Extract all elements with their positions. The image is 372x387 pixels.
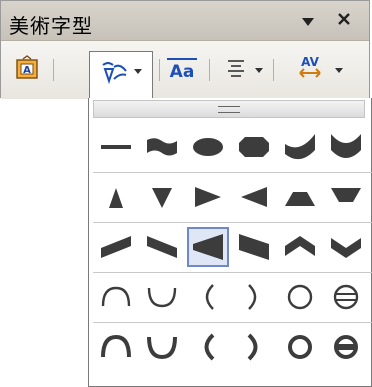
arch-down-pour-shape[interactable] [141,327,183,367]
wordart-gallery-icon: A [14,55,40,85]
circle-pour-shape[interactable] [279,327,321,367]
paren-left-pour-shape[interactable] [187,327,229,367]
gallery-drag-handle[interactable] [93,100,365,118]
gallery-row [93,273,372,323]
slant-down-shape[interactable] [141,227,183,267]
wordart-gallery-button[interactable]: A [9,53,45,87]
align-center-icon [225,58,247,82]
chevron-down-shape[interactable] [325,177,367,217]
octagon-shape[interactable] [233,127,275,167]
character-spacing-button[interactable]: AV [281,53,357,87]
chevron-down-icon [255,67,263,73]
cup-down-shape[interactable] [279,127,321,167]
plain-text-shape[interactable] [95,127,137,167]
toolbar-separator [273,59,274,81]
button-shape[interactable] [325,277,367,317]
svg-text:AV: AV [301,55,319,69]
arch-down-curve-shape[interactable] [141,277,183,317]
gallery-row [93,323,372,373]
grip-icon [218,105,240,113]
slant-fade-shape[interactable] [187,227,229,267]
ellipse-shape[interactable] [187,127,229,167]
slant-up-shape[interactable] [95,227,137,267]
toolbar-separator [159,59,160,81]
toolbar-button-row: A Aa AV [1,41,369,101]
toolbar-title-bar[interactable]: 美術字型 [1,1,369,41]
alignment-button[interactable] [219,53,269,87]
gallery-row [93,173,372,223]
svg-text:A: A [23,65,31,76]
circle-shape[interactable] [279,277,321,317]
chevron-down-icon [134,69,142,74]
toolbar-separator [53,59,54,81]
wordart-shape-icon [100,59,128,89]
gallery-row [93,223,372,273]
arch-up-curve-shape[interactable] [95,277,137,317]
paren-right-shape[interactable] [233,277,275,317]
letter-heights-icon: Aa [166,55,198,85]
triangle-down-icon [302,11,314,30]
same-letter-heights-button[interactable]: Aa [163,53,201,87]
chevron-down-icon [335,67,343,73]
button-pour-shape[interactable] [325,327,367,367]
toolbar-close-button[interactable] [331,7,357,33]
paren-right-pour-shape[interactable] [233,327,275,367]
paren-left-shape[interactable] [187,277,229,317]
toolbar-title: 美術字型 [9,14,93,38]
gallery-row [93,123,372,173]
wave-shape[interactable] [141,127,183,167]
arch-down-shape[interactable] [325,227,367,267]
triangle-right-shape[interactable] [187,177,229,217]
toolbar-options-button[interactable] [295,7,321,33]
triangle-up-shape[interactable] [95,177,137,217]
toolbar-separator [209,59,210,81]
character-spacing-icon: AV [295,53,325,87]
arch-up-pour-shape[interactable] [95,327,137,367]
wordart-shape-gallery [88,98,372,387]
svg-text:Aa: Aa [170,62,195,81]
fade-right-shape[interactable] [233,227,275,267]
triangle-down-shape[interactable] [141,177,183,217]
cup-shape[interactable] [325,127,367,167]
wordart-shape-button[interactable] [89,51,153,101]
arch-up-shape[interactable] [279,227,321,267]
chevron-up-shape[interactable] [279,177,321,217]
triangle-left-shape[interactable] [233,177,275,217]
close-icon [337,11,351,30]
wordart-toolbar: 美術字型 A Aa AV [0,0,370,101]
